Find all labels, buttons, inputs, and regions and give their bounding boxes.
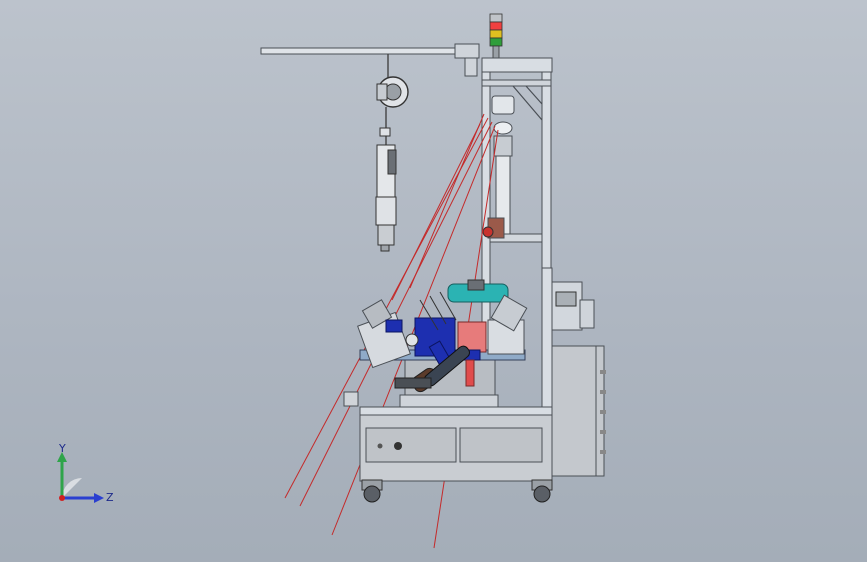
fixture-assembly — [357, 279, 528, 408]
axis-triad: Y Z — [57, 442, 114, 504]
y-axis-label: Y — [58, 442, 66, 455]
z-axis-arrow-icon — [94, 493, 104, 503]
triad-arc — [62, 478, 82, 498]
side-module — [551, 281, 595, 331]
signal-tower-icon — [489, 13, 503, 59]
assembly-model[interactable] — [0, 0, 867, 562]
origin-dot — [59, 495, 65, 501]
boom-arm — [260, 43, 480, 77]
caster-wheel-icon — [361, 479, 553, 503]
screwdriver-icon — [375, 54, 409, 252]
electrical-cabinet — [551, 345, 606, 477]
z-axis-label: Z — [106, 491, 114, 504]
cad-viewport[interactable]: Y Z — [0, 0, 867, 562]
